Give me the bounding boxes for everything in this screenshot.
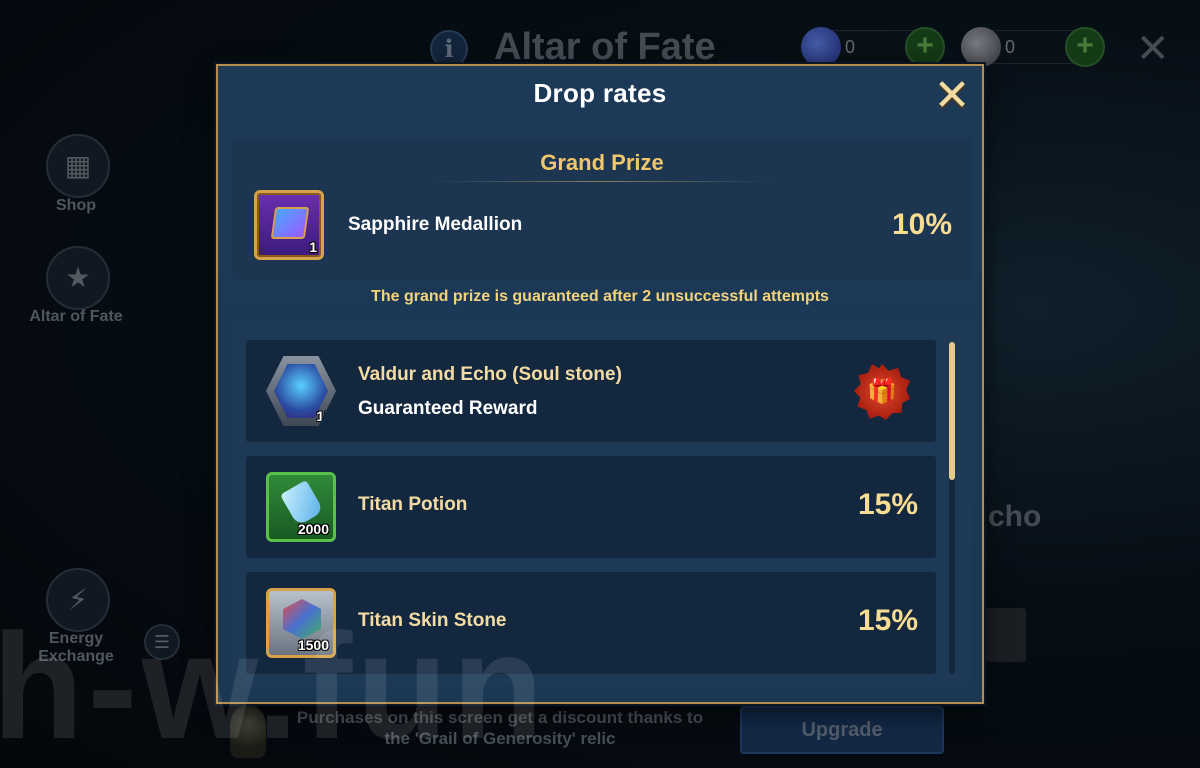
item-name: Titan Potion [358,494,468,515]
guarantee-note: The grand prize is guaranteed after 2 un… [371,288,829,305]
list-item: 15 Valdur and Echo (Soul stone) Guarante… [246,340,936,442]
item-rate: 15% [857,604,918,637]
item-name: Valdur and Echo (Soul stone) [358,364,622,385]
drop-rates-dialog: Drop rates ✕ Grand Prize 1 Sapphire Meda… [216,64,984,704]
grand-prize-rate: 10% [891,208,952,241]
grand-prize-item-name: Sapphire Medallion [348,214,523,235]
titan-skin-stone-icon[interactable]: 1500 [266,588,336,658]
list-item: 2000 Titan Potion 15% [246,456,936,558]
close-icon[interactable]: ✕ [930,74,974,118]
medallion-card-shape [270,207,310,239]
item-count: 1 [309,239,317,255]
flask-shape [280,479,324,527]
sapphire-medallion-icon[interactable]: 1 [254,190,324,260]
gift-icon: 🎁 [854,364,910,420]
grand-prize-panel: Grand Prize 1 Sapphire Medallion 10% [232,138,972,280]
scrollbar-thumb[interactable] [949,342,955,480]
drop-list[interactable]: 15 Valdur and Echo (Soul stone) Guarante… [232,324,972,686]
item-count: 1500 [297,637,329,653]
item-count: 15 [316,408,332,424]
soul-stone-icon[interactable]: 15 [266,356,336,426]
grand-prize-heading: Grand Prize [540,150,664,175]
skin-stone-gem-shape [283,599,321,639]
item-name: Titan Skin Stone [358,610,507,631]
item-count: 2000 [297,521,329,537]
item-subtitle: Guaranteed Reward [358,398,538,419]
dialog-title: Drop rates [533,78,667,108]
item-rate: 15% [857,488,918,521]
titan-potion-icon[interactable]: 2000 [266,472,336,542]
list-item: 1500 Titan Skin Stone 15% [246,572,936,674]
heading-divider [432,181,772,182]
